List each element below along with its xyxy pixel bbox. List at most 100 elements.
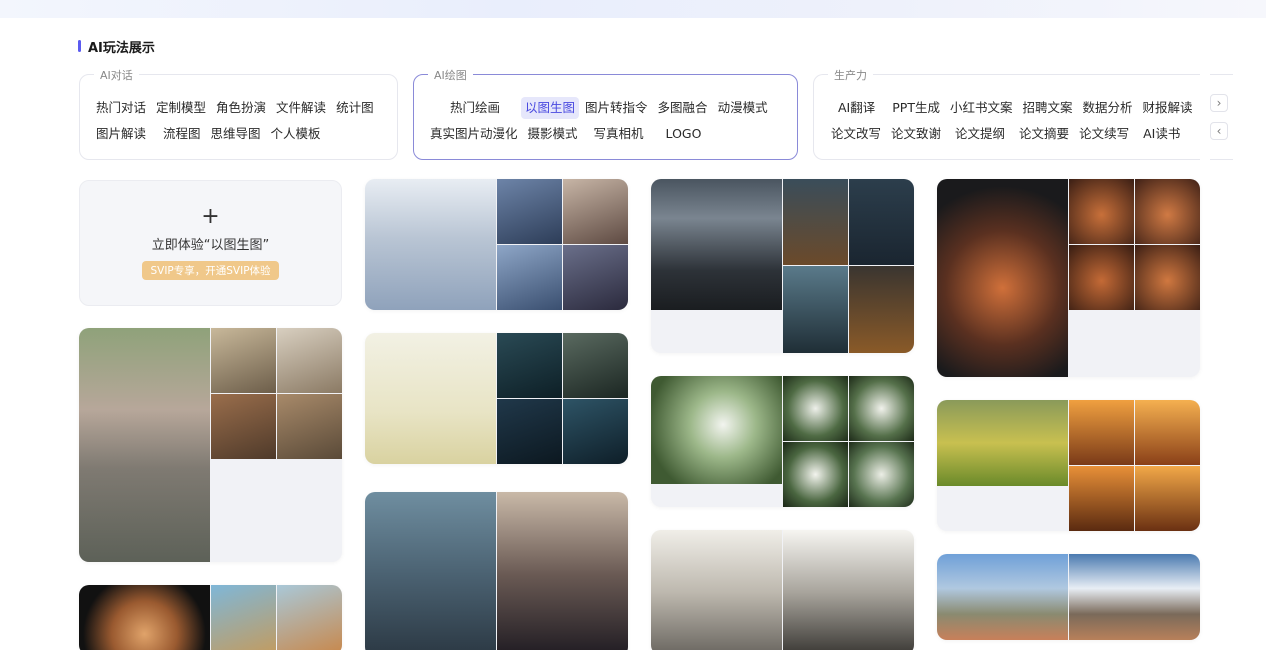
original-image — [365, 492, 496, 650]
result-image — [497, 245, 562, 310]
result-image — [849, 266, 914, 353]
cat-item-paper-rewrite[interactable]: 论文改写 — [827, 123, 885, 145]
result-image — [497, 492, 628, 650]
result-image — [783, 179, 848, 265]
example-card-schoolgirl[interactable] — [365, 492, 628, 650]
result-image — [1069, 179, 1134, 244]
cat-item-ai-reading[interactable]: AI读书 — [1139, 123, 1184, 145]
try-card-text: 立即体验“以图生图” — [151, 238, 270, 253]
category-scroll-mask — [1200, 60, 1210, 170]
result-image — [783, 266, 848, 353]
example-card-hamster[interactable] — [79, 585, 342, 650]
cat-item-real2anime[interactable]: 真实图片动漫化 — [426, 123, 522, 145]
result-image — [1135, 400, 1200, 465]
original-image — [79, 585, 210, 650]
result-image — [211, 585, 276, 650]
result-image — [1069, 554, 1200, 640]
result-image — [497, 399, 562, 464]
cat-item-roleplay[interactable]: 角色扮演 — [212, 97, 270, 119]
result-image — [563, 399, 628, 464]
result-image — [1069, 245, 1134, 310]
result-image — [497, 333, 562, 398]
category-ai-chat: AI对话 热门对话 定制模型 角色扮演 文件解读 统计图 图片解读 流程图 思维… — [79, 67, 398, 160]
result-image — [497, 179, 562, 244]
cat-item-xhs-copy[interactable]: 小红书文案 — [946, 97, 1017, 119]
cat-item-photo-mode[interactable]: 摄影模式 — [524, 123, 582, 145]
cat-item-paper-thanks[interactable]: 论文致谢 — [887, 123, 945, 145]
result-image — [563, 179, 628, 244]
cat-item-portrait-camera[interactable]: 写真相机 — [590, 123, 648, 145]
cat-item-stat-chart[interactable]: 统计图 — [332, 97, 378, 119]
result-image — [849, 376, 914, 441]
section-header: AI玩法展示 — [78, 37, 155, 56]
example-card-cat-figure[interactable] — [937, 179, 1200, 377]
chevron-right-icon[interactable]: › — [1210, 94, 1228, 112]
result-image — [211, 328, 276, 393]
cat-item-financial-report[interactable]: 财报解读 — [1139, 97, 1197, 119]
original-image — [937, 554, 1068, 640]
cat-item-hot-draw[interactable]: 热门绘画 — [446, 97, 504, 119]
result-image — [211, 394, 276, 459]
chevron-left-icon[interactable]: ‹ — [1210, 122, 1228, 140]
cat-item-img2prompt[interactable]: 图片转指令 — [581, 97, 652, 119]
result-image — [849, 442, 914, 507]
cat-item-image-read[interactable]: 图片解读 — [92, 123, 150, 145]
cat-item-ppt[interactable]: PPT生成 — [888, 97, 944, 119]
example-card-sunset-field[interactable] — [937, 400, 1200, 531]
result-image — [1135, 466, 1200, 531]
example-card-street-girl[interactable] — [79, 328, 342, 562]
cat-item-hot-chat[interactable]: 热门对话 — [92, 97, 150, 119]
svip-badge[interactable]: SVIP专享，开通SVIP体验 — [142, 261, 279, 280]
section-title: AI玩法展示 — [88, 40, 155, 56]
cat-item-paper-continue[interactable]: 论文续写 — [1075, 123, 1133, 145]
cat-item-recruit-copy[interactable]: 招聘文案 — [1018, 97, 1076, 119]
result-image — [1069, 466, 1134, 531]
original-image — [79, 328, 210, 562]
result-image — [1135, 245, 1200, 310]
result-image — [563, 333, 628, 398]
cat-item-personal-template[interactable]: 个人模板 — [267, 123, 325, 145]
cat-item-translate[interactable]: AI翻译 — [834, 97, 879, 119]
result-image — [783, 442, 848, 507]
result-image — [563, 245, 628, 310]
original-image — [651, 530, 782, 650]
example-card-ink-warrior[interactable] — [651, 530, 914, 650]
result-image — [849, 179, 914, 265]
original-image — [937, 179, 1068, 377]
plus-icon: + — [201, 204, 220, 229]
cat-item-data-analysis[interactable]: 数据分析 — [1079, 97, 1137, 119]
result-image — [277, 585, 342, 650]
cat-item-img2img[interactable]: 以图生图 — [521, 97, 580, 119]
cat-item-mindmap[interactable]: 思维导图 — [207, 123, 265, 145]
example-card-mountains[interactable] — [651, 179, 914, 353]
original-image — [651, 179, 782, 310]
example-card-alpine-village[interactable] — [937, 554, 1200, 640]
category-ai-draw: AI绘图 热门绘画 以图生图 图片转指令 多图融合 动漫模式 真实图片动漫化 摄… — [413, 67, 798, 160]
top-gradient-band — [0, 0, 1266, 18]
cat-item-logo[interactable]: LOGO — [662, 123, 706, 145]
result-image — [277, 394, 342, 459]
cat-item-paper-abstract[interactable]: 论文摘要 — [1015, 123, 1073, 145]
result-image — [277, 328, 342, 393]
original-image — [651, 376, 782, 484]
example-card-anime-girl-hood[interactable] — [365, 179, 628, 310]
try-img2img-card[interactable]: + 立即体验“以图生图” SVIP专享，开通SVIP体验 — [79, 180, 342, 306]
title-accent-bar — [78, 40, 81, 52]
category-label: AI绘图 — [428, 67, 473, 83]
category-productivity: 生产力 AI翻译 PPT生成 小红书文案 招聘文案 数据分析 财报解读 论文改写… — [813, 67, 1233, 160]
result-image — [1069, 400, 1134, 465]
cat-item-anime-mode[interactable]: 动漫模式 — [714, 97, 772, 119]
result-image — [783, 376, 848, 441]
result-image — [1135, 179, 1200, 244]
cat-item-paper-outline[interactable]: 论文提纲 — [951, 123, 1009, 145]
category-label: AI对话 — [94, 67, 139, 83]
original-image — [937, 400, 1068, 486]
cat-item-file-read[interactable]: 文件解读 — [272, 97, 330, 119]
result-image — [783, 530, 914, 650]
original-image — [365, 179, 496, 310]
cat-item-custom-model[interactable]: 定制模型 — [152, 97, 210, 119]
cat-item-flowchart[interactable]: 流程图 — [159, 123, 205, 145]
example-card-serum-bottle[interactable] — [365, 333, 628, 464]
cat-item-multi-fuse[interactable]: 多图融合 — [654, 97, 712, 119]
example-card-white-flowers[interactable] — [651, 376, 914, 507]
